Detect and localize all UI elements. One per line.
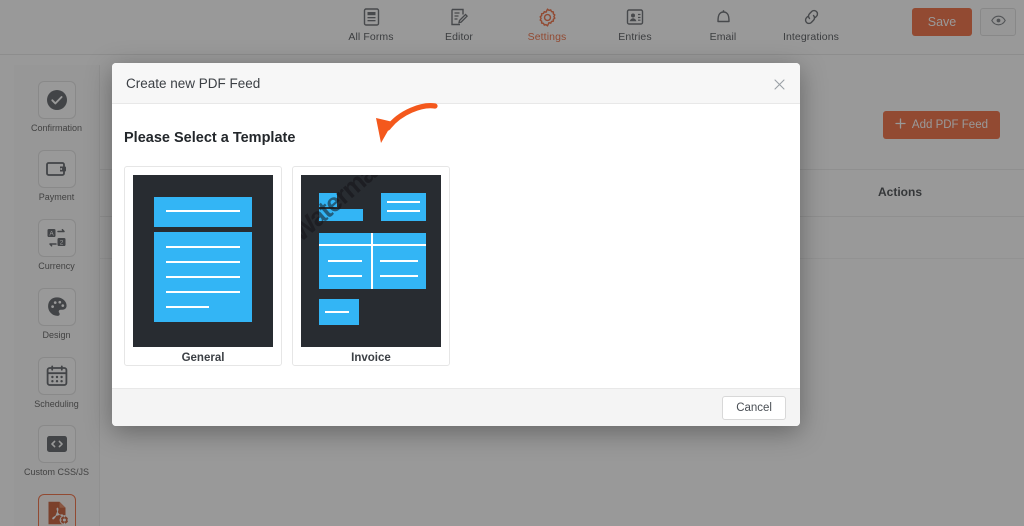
thumb-line [380,260,418,262]
template-card-general[interactable]: General [124,166,282,366]
thumb-line [380,275,418,277]
thumb-line [166,210,240,212]
general-template-thumb [133,175,273,347]
thumb-body-block [154,232,252,322]
template-label: Invoice [351,352,391,364]
thumb-line [166,246,240,248]
app-root: All Forms Editor Settings [0,0,1024,526]
thumb-line [328,260,362,262]
thumb-line [387,201,420,203]
thumb-logo-square [319,193,337,207]
thumb-line [328,275,362,277]
thumb-line [166,276,240,278]
thumb-address-block [381,193,426,221]
thumb-line [166,261,240,263]
thumb-line [166,291,240,293]
template-card-invoice[interactable]: Watermark Invoice [292,166,450,366]
thumb-logo-bar [319,209,363,221]
modal-header: Create new PDF Feed [112,63,800,104]
thumb-line [387,210,420,212]
thumb-table-block [319,233,426,289]
thumb-table-divider [371,233,373,289]
thumb-line [325,311,349,313]
thumb-header-block [154,197,252,227]
modal-footer: Cancel [112,388,800,426]
template-card-list: General Watermark Invoice [124,166,800,366]
thumb-total-block [319,299,359,325]
modal-title: Create new PDF Feed [126,75,261,91]
modal-body: Please Select a Template General Waterma… [112,104,800,388]
select-template-title: Please Select a Template [124,130,296,146]
create-pdf-feed-modal: Create new PDF Feed Please Select a Temp… [112,63,800,426]
template-label: General [181,352,225,364]
thumb-line [166,306,209,308]
cancel-button[interactable]: Cancel [722,395,786,420]
invoice-template-thumb: Watermark [301,175,441,347]
close-icon[interactable] [770,75,788,93]
